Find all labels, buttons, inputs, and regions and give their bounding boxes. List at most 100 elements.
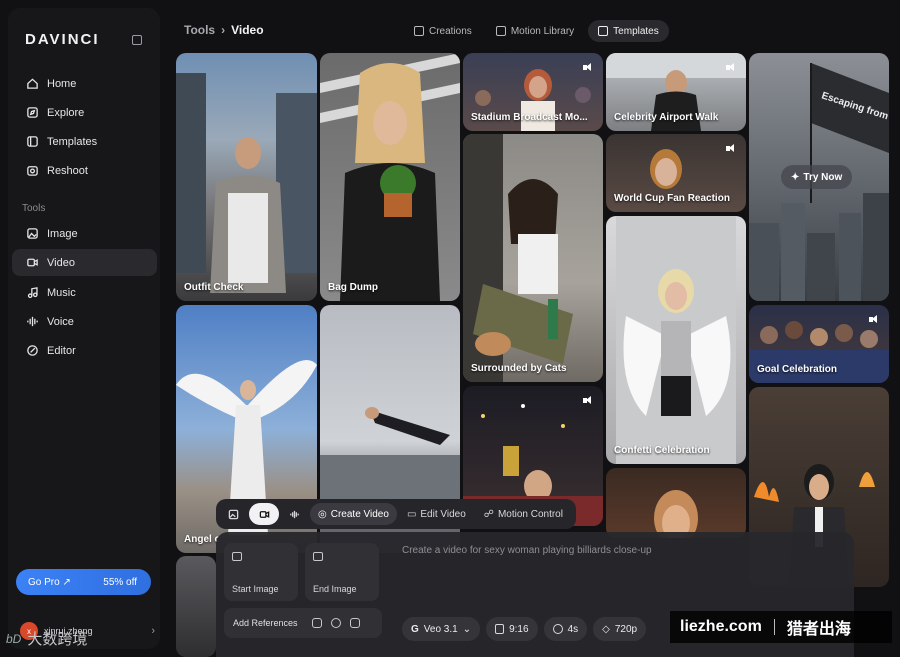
try-now-label: Try Now [803, 171, 843, 183]
go-pro-button[interactable]: Go Pro ↗ 55% off [16, 569, 151, 595]
template-card-bag-dump[interactable]: Bag Dump [320, 53, 460, 301]
sound-icon[interactable] [583, 63, 593, 72]
templates-icon [598, 26, 609, 36]
template-card-goal-celebration[interactable]: Goal Celebration [749, 305, 889, 383]
runner-icon: ☍ [483, 508, 494, 520]
breadcrumb: Tools › Video [184, 23, 264, 37]
sidebar-item-templates[interactable]: Templates [12, 128, 157, 155]
sidebar-item-label: Explore [47, 106, 85, 119]
template-card-outfit-check[interactable]: Outfit Check [176, 53, 317, 301]
template-caption: Confetti Celebration [614, 445, 710, 456]
template-caption: Surrounded by Cats [471, 363, 567, 374]
sidebar-item-label: Image [47, 227, 78, 240]
sound-icon[interactable] [583, 396, 593, 405]
add-references-button[interactable]: Add References [224, 608, 382, 638]
template-caption: Outfit Check [184, 282, 244, 293]
sidebar-item-home[interactable]: Home [12, 70, 157, 97]
sound-icon[interactable] [726, 144, 736, 153]
tag-icon: ◇ [602, 623, 610, 635]
chevron-down-icon: ⌄ [462, 623, 472, 635]
generation-mode-bar: ◎ Create Video ▭ Edit Video ☍ Motion Con… [216, 499, 576, 529]
waveform-icon [26, 315, 39, 328]
brand-logo[interactable]: DAVINCI [25, 31, 100, 48]
outfit-reference-icon[interactable] [349, 618, 360, 628]
template-card-stadium-broadcast[interactable]: Stadium Broadcast Mo... [463, 53, 603, 131]
prompt-input[interactable]: Create a video for sexy woman playing bi… [402, 545, 652, 556]
editor-icon [26, 344, 39, 357]
sidebar-item-reshoot[interactable]: Reshoot [12, 157, 157, 184]
edit-video-tab[interactable]: ▭ Edit Video [399, 503, 474, 525]
template-card-partial[interactable] [176, 556, 216, 657]
sidebar-item-label: Reshoot [47, 164, 88, 177]
chevron-right-icon: › [151, 625, 155, 637]
app-root: DAVINCI Home Explore Templates Reshoot T… [0, 0, 900, 657]
aspect-ratio-select[interactable]: 9:16 [486, 617, 538, 641]
template-card-surrounded-by-cats[interactable]: Surrounded by Cats [463, 134, 603, 382]
sidebar-item-editor[interactable]: Editor [12, 337, 157, 364]
go-pro-label: Go Pro ↗ [28, 576, 71, 588]
model-value: Veo 3.1 [423, 623, 458, 635]
template-card-confetti-celebration[interactable]: Confetti Celebration [606, 216, 746, 464]
template-caption: World Cup Fan Reaction [614, 193, 730, 204]
sidebar-item-label: Video [47, 256, 75, 269]
google-icon: G [411, 623, 419, 635]
sidebar-collapse-icon[interactable] [132, 35, 142, 45]
breadcrumb-separator: › [221, 23, 226, 37]
video-mode-button[interactable] [249, 503, 279, 525]
video-icon [26, 256, 39, 269]
template-card-escaping-dinosaurs[interactable]: Escaping from dinosaurs ✦ Try Now [749, 53, 889, 301]
image-icon [26, 227, 39, 240]
sidebar-item-video[interactable]: Video [12, 249, 157, 276]
sidebar-item-label: Templates [47, 135, 98, 148]
tab-templates[interactable]: Templates [588, 20, 669, 42]
watermark-text: 猎者出海 [786, 621, 851, 638]
bag-dump-thumbnail [320, 53, 460, 301]
watermark-logo: bD [6, 631, 22, 646]
model-select[interactable]: G Veo 3.1 ⌄ [402, 617, 481, 641]
watermark-text: 大数跨境 [27, 631, 88, 648]
sidebar-item-label: Voice [47, 315, 74, 328]
waveform-icon [290, 510, 299, 518]
watermark-divider [773, 619, 775, 635]
breadcrumb-tools[interactable]: Tools [184, 23, 215, 37]
tab-motion-library[interactable]: Motion Library [486, 20, 584, 42]
duration-select[interactable]: 4s [543, 617, 588, 641]
sparkle-icon: ◎ [318, 508, 327, 520]
add-image-icon [313, 552, 323, 561]
duration-value: 4s [567, 623, 579, 635]
image-mode-button[interactable] [220, 503, 247, 525]
sidebar-item-voice[interactable]: Voice [12, 308, 157, 335]
sidebar-item-music[interactable]: Music [12, 279, 157, 306]
sound-icon[interactable] [726, 63, 736, 72]
watermark-text: liezhe.com [680, 618, 762, 635]
image-icon [228, 509, 239, 519]
motion-library-icon [495, 26, 506, 36]
create-video-tab[interactable]: ◎ Create Video [310, 503, 397, 525]
template-card-celebrity-airport[interactable]: Celebrity Airport Walk [606, 53, 746, 131]
motion-control-tab[interactable]: ☍ Motion Control [476, 503, 571, 525]
try-now-button[interactable]: ✦ Try Now [781, 165, 853, 189]
sidebar-item-image[interactable]: Image [12, 220, 157, 247]
template-caption: Celebrity Airport Walk [614, 112, 719, 123]
watermark-dashu: bD 大数跨境 [6, 628, 87, 649]
tab-creations[interactable]: Creations [404, 20, 482, 42]
character-reference-icon[interactable] [330, 618, 341, 628]
mode-label: Motion Control [497, 508, 563, 520]
clock-icon [552, 624, 563, 634]
resolution-select[interactable]: ◇ 720p [593, 617, 647, 641]
template-card-world-cup-fan[interactable]: World Cup Fan Reaction [606, 134, 746, 212]
confetti-celebration-thumbnail [616, 216, 736, 464]
start-image-label: Start Image [232, 584, 279, 594]
template-caption: Stadium Broadcast Mo... [471, 112, 588, 123]
aspect-ratio-value: 9:16 [509, 623, 529, 635]
audio-mode-button[interactable] [281, 503, 308, 525]
edit-icon: ▭ [406, 508, 417, 520]
sound-icon[interactable] [869, 315, 879, 324]
start-image-slot[interactable]: Start Image [224, 543, 298, 601]
image-reference-icon[interactable] [311, 618, 322, 628]
end-image-slot[interactable]: End Image [305, 543, 379, 601]
add-image-icon [232, 552, 242, 561]
sidebar-item-explore[interactable]: Explore [12, 99, 157, 126]
go-pro-discount: 55% off [103, 576, 137, 588]
template-card-portrait[interactable] [606, 468, 746, 538]
